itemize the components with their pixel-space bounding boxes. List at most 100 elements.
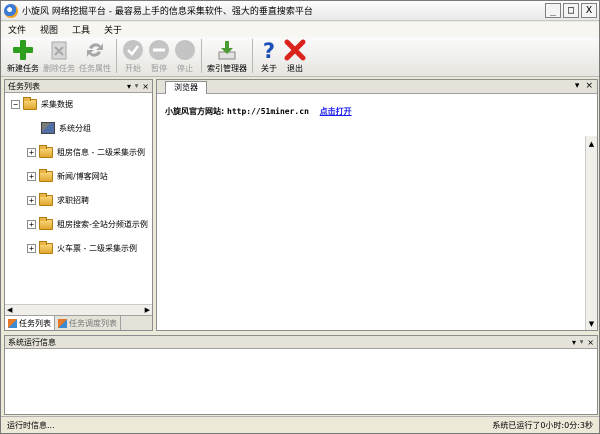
tree-item-train-tickets[interactable]: + 火车票 - 二级采集示例 bbox=[27, 240, 137, 255]
group-icon bbox=[41, 122, 55, 134]
folder-icon bbox=[39, 168, 53, 182]
pause-label: 暂停 bbox=[151, 64, 167, 73]
refresh-icon bbox=[84, 39, 106, 61]
tree-root-label: 采集数据 bbox=[41, 99, 73, 109]
help-icon: ? bbox=[258, 39, 280, 63]
main-window: 小旋风 网络挖掘平台 - 最容易上手的信息采集软件、强大的垂直搜索平台 _ □ … bbox=[0, 0, 600, 434]
plus-icon bbox=[12, 39, 34, 61]
system-log-controls: ▾ ᵠ × bbox=[572, 338, 597, 347]
browser-panel: 浏览器 ▾ × 小旋风官方网站: http://51miner.cn 点击打开 … bbox=[156, 79, 598, 331]
window-controls: _ □ X bbox=[545, 3, 597, 18]
tree-root[interactable]: − 采集数据 bbox=[11, 96, 73, 111]
menu-bar: 文件 视图 工具 关于 bbox=[1, 22, 599, 37]
scroll-up-icon[interactable]: ▲ bbox=[586, 140, 597, 148]
close-icon[interactable]: × bbox=[587, 338, 594, 347]
system-log-panel: 系统运行信息 ▾ ᵠ × bbox=[4, 335, 598, 415]
expand-icon[interactable]: + bbox=[27, 171, 36, 181]
menu-tools[interactable]: 工具 bbox=[65, 23, 97, 36]
official-site-line: 小旋风官方网站: http://51miner.cn 点击打开 bbox=[165, 106, 352, 117]
delete-icon bbox=[48, 39, 70, 61]
pause-button[interactable]: 暂停 bbox=[146, 37, 172, 74]
window-title: 小旋风 网络挖掘平台 - 最容易上手的信息采集软件、强大的垂直搜索平台 bbox=[22, 7, 313, 17]
tree-item-label: 求职招聘 bbox=[57, 195, 89, 205]
scroll-right-icon[interactable]: ▶ bbox=[145, 306, 150, 314]
tree-item-label: 系统分组 bbox=[59, 123, 91, 133]
open-site-link[interactable]: 点击打开 bbox=[320, 107, 352, 116]
status-uptime: 系统已运行了0小时:0分:3秒 bbox=[492, 420, 593, 430]
about-label: 关于 bbox=[261, 64, 277, 73]
minus-circle-icon bbox=[148, 39, 170, 61]
index-manager-label: 索引管理器 bbox=[207, 64, 247, 73]
start-button[interactable]: 开始 bbox=[120, 37, 146, 74]
stop-button[interactable]: 停止 bbox=[172, 37, 198, 74]
status-runtime-info: 运行时信息... bbox=[7, 420, 55, 430]
exit-button[interactable]: 退出 bbox=[282, 37, 308, 74]
task-list-controls: ▾ ᵠ × bbox=[127, 82, 152, 91]
tree-item-label: 租房信息 - 二级采集示例 bbox=[57, 147, 145, 157]
task-properties-button[interactable]: 任务属性 bbox=[77, 37, 113, 74]
dropdown-icon[interactable]: ▾ bbox=[127, 82, 131, 91]
folder-icon bbox=[39, 192, 53, 206]
dropdown-icon[interactable]: ▾ bbox=[572, 338, 576, 347]
tree-item-rent-search[interactable]: + 租房搜索-全站分频道示例 bbox=[27, 216, 148, 231]
about-button[interactable]: ? 关于 bbox=[256, 37, 282, 74]
tree-item-jobs[interactable]: + 求职招聘 bbox=[27, 192, 89, 207]
index-manager-button[interactable]: 索引管理器 bbox=[205, 37, 249, 74]
expand-icon[interactable]: + bbox=[27, 147, 36, 157]
task-properties-label: 任务属性 bbox=[79, 64, 111, 73]
menu-view[interactable]: 视图 bbox=[33, 23, 65, 36]
system-log-title: 系统运行信息 bbox=[8, 337, 56, 347]
tree-item-system-group[interactable]: 系统分组 bbox=[41, 121, 91, 135]
tab-label: 任务列表 bbox=[19, 318, 51, 328]
task-list-tab-icon bbox=[8, 318, 17, 328]
collapse-icon[interactable]: − bbox=[11, 99, 20, 109]
tab-task-list[interactable]: 任务列表 bbox=[5, 316, 55, 330]
close-icon[interactable]: × bbox=[142, 82, 149, 91]
browser-tab-bar: 浏览器 ▾ × bbox=[157, 80, 597, 94]
tree-item-label: 新闻/博客网站 bbox=[57, 171, 108, 181]
folder-icon bbox=[39, 216, 53, 230]
title-bar: 小旋风 网络挖掘平台 - 最容易上手的信息采集软件、强大的垂直搜索平台 _ □ … bbox=[1, 1, 599, 21]
stop-circle-icon bbox=[174, 39, 196, 61]
maximize-button[interactable]: □ bbox=[563, 3, 579, 18]
folder-icon bbox=[39, 144, 53, 158]
menu-about[interactable]: 关于 bbox=[97, 23, 129, 36]
stop-label: 停止 bbox=[177, 64, 193, 73]
left-panel-tabs: 任务列表 任务调度列表 bbox=[5, 315, 152, 330]
official-site-url: http://51miner.cn bbox=[227, 107, 309, 116]
tree-item-rent-info[interactable]: + 租房信息 - 二级采集示例 bbox=[27, 144, 145, 159]
tree-item-label: 火车票 - 二级采集示例 bbox=[57, 243, 137, 253]
check-circle-icon bbox=[122, 39, 144, 61]
close-button[interactable]: X bbox=[581, 3, 597, 18]
minimize-button[interactable]: _ bbox=[545, 3, 561, 18]
close-icon[interactable]: × bbox=[585, 81, 593, 91]
toolbar-separator bbox=[201, 39, 202, 73]
expand-icon[interactable]: + bbox=[27, 243, 36, 253]
system-log-header: 系统运行信息 ▾ ᵠ × bbox=[5, 336, 597, 349]
scroll-left-icon[interactable]: ◀ bbox=[7, 306, 12, 314]
tab-task-schedule[interactable]: 任务调度列表 bbox=[55, 316, 121, 330]
exit-icon bbox=[284, 39, 306, 61]
svg-text:?: ? bbox=[263, 39, 275, 61]
toolbar-separator bbox=[116, 39, 117, 73]
horizontal-scrollbar[interactable]: ◀ ▶ bbox=[5, 304, 152, 315]
tab-browser[interactable]: 浏览器 bbox=[165, 81, 207, 94]
task-list-panel: 任务列表 ▾ ᵠ × − 采集数据 系统分组 + 租房信息 - 二级采集示例 +… bbox=[4, 79, 153, 331]
expand-icon[interactable]: + bbox=[27, 219, 36, 229]
pin-icon[interactable]: ᵠ bbox=[135, 82, 138, 91]
dropdown-icon[interactable]: ▾ bbox=[575, 81, 580, 91]
task-list-header: 任务列表 ▾ ᵠ × bbox=[5, 80, 152, 93]
official-site-label: 小旋风官方网站: bbox=[165, 107, 225, 116]
expand-icon[interactable]: + bbox=[27, 195, 36, 205]
menu-file[interactable]: 文件 bbox=[1, 23, 33, 36]
vertical-scrollbar[interactable]: ▲ ▼ bbox=[585, 136, 597, 330]
new-task-button[interactable]: 新建任务 bbox=[5, 37, 41, 74]
start-label: 开始 bbox=[125, 64, 141, 73]
delete-task-button[interactable]: 删除任务 bbox=[41, 37, 77, 74]
exit-label: 退出 bbox=[287, 64, 303, 73]
pin-icon[interactable]: ᵠ bbox=[580, 338, 583, 347]
delete-task-label: 删除任务 bbox=[43, 64, 75, 73]
scroll-down-icon[interactable]: ▼ bbox=[586, 320, 597, 328]
status-bar: 运行时信息... 系统已运行了0小时:0分:3秒 bbox=[1, 416, 599, 433]
tree-item-news-blog[interactable]: + 新闻/博客网站 bbox=[27, 168, 108, 183]
